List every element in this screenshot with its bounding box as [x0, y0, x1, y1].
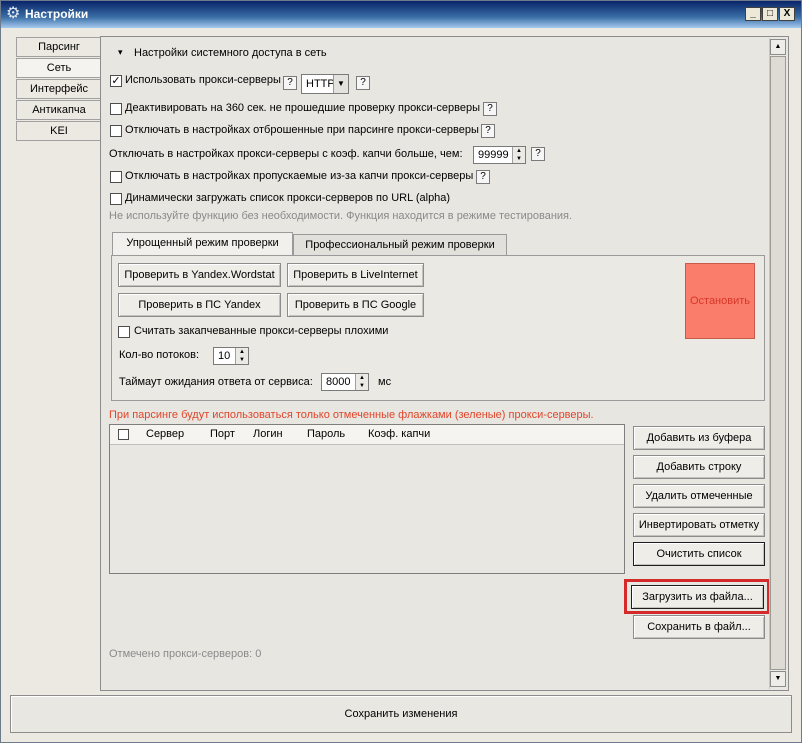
- scroll-down-icon[interactable]: ▼: [770, 671, 786, 687]
- dynamic-load-label: Динамически загружать список прокси-серв…: [125, 192, 451, 204]
- close-button[interactable]: X: [779, 7, 795, 21]
- scrollbar-thumb[interactable]: [770, 56, 786, 670]
- minimize-button[interactable]: _: [745, 7, 761, 21]
- check-yandex-wordstat-button[interactable]: Проверить в Yandex.Wordstat: [118, 263, 281, 287]
- tab-kei[interactable]: KEI: [16, 121, 101, 141]
- timeout-value: 8000: [326, 376, 351, 388]
- dynamic-load-checkbox[interactable]: [110, 193, 122, 205]
- spinner-arrows-icon[interactable]: ▲ ▼: [355, 374, 368, 390]
- chevron-down-icon: ▼: [333, 75, 348, 93]
- table-header: Сервер Порт Логин Пароль Коэф. капчи: [110, 425, 624, 445]
- protocol-select[interactable]: HTTP ▼: [301, 74, 349, 94]
- column-server[interactable]: Сервер: [146, 428, 184, 440]
- settings-window: ⚙ Настройки _ □ X Парсинг Сеть Интерфейс…: [0, 0, 802, 743]
- captcha-ratio-label: Отключать в настройках прокси-серверы с …: [109, 148, 463, 160]
- spinner-arrows-icon[interactable]: ▲ ▼: [512, 147, 525, 163]
- threads-value: 10: [218, 350, 231, 362]
- window-title: Настройки: [25, 7, 89, 21]
- spinner-arrows-icon[interactable]: ▲ ▼: [235, 348, 248, 364]
- column-login[interactable]: Логин: [253, 428, 283, 440]
- disable-skipped-checkbox[interactable]: [110, 171, 122, 183]
- disable-rejected-checkbox[interactable]: [110, 125, 122, 137]
- tab-parsing[interactable]: Парсинг: [16, 37, 101, 57]
- dynamic-load-note: Не используйте функцию без необходимости…: [109, 210, 573, 222]
- help-icon[interactable]: ?: [476, 170, 490, 184]
- protocol-value: HTTP: [306, 78, 335, 90]
- disable-rejected-label: Отключать в настройках отброшенные при п…: [125, 124, 479, 136]
- disable-skipped-label: Отключать в настройках пропускаемые из-з…: [125, 170, 474, 182]
- save-changes-button[interactable]: Сохранить изменения: [10, 695, 792, 733]
- check-liveinternet-button[interactable]: Проверить в LiveInternet: [287, 263, 424, 287]
- threads-spinner[interactable]: 10 ▲ ▼: [213, 347, 249, 365]
- timeout-unit: мс: [378, 376, 392, 388]
- deactivate-360-label: Деактивировать на 360 сек. не прошедшие …: [125, 102, 481, 114]
- deactivate-360-checkbox[interactable]: [110, 103, 122, 115]
- tab-interface[interactable]: Интерфейс: [16, 79, 101, 99]
- threads-label: Кол-во потоков:: [119, 349, 200, 361]
- tab-professional-check[interactable]: Профессиональный режим проверки: [293, 234, 507, 256]
- collapse-arrow-icon[interactable]: ▾: [118, 47, 123, 58]
- delete-marked-button[interactable]: Удалить отмеченные: [633, 484, 765, 508]
- help-icon[interactable]: ?: [481, 124, 495, 138]
- add-row-button[interactable]: Добавить строку: [633, 455, 765, 479]
- clear-list-button[interactable]: Очистить список: [633, 542, 765, 566]
- load-from-file-button[interactable]: Загрузить из файла...: [631, 585, 764, 609]
- save-to-file-button[interactable]: Сохранить в файл...: [633, 615, 765, 639]
- proxy-table[interactable]: Сервер Порт Логин Пароль Коэф. капчи: [109, 424, 625, 574]
- select-all-checkbox[interactable]: [118, 429, 129, 440]
- tab-anticaptcha[interactable]: Антикапча: [16, 100, 101, 120]
- use-proxy-checkbox[interactable]: ✓: [110, 75, 122, 87]
- help-icon[interactable]: ?: [283, 76, 297, 90]
- use-proxy-label: Использовать прокси-серверы: [125, 74, 281, 86]
- check-ps-google-button[interactable]: Проверить в ПС Google: [287, 293, 424, 317]
- stop-button[interactable]: Остановить: [685, 263, 755, 339]
- captcha-ratio-spinner[interactable]: 99999 ▲ ▼: [473, 146, 526, 164]
- scroll-up-icon[interactable]: ▲: [770, 39, 786, 55]
- marked-proxy-count: Отмечено прокси-серверов: 0: [109, 648, 262, 660]
- help-icon[interactable]: ?: [531, 147, 545, 161]
- check-ps-yandex-button[interactable]: Проверить в ПС Yandex: [118, 293, 281, 317]
- gear-icon: ⚙: [6, 5, 21, 22]
- captcha-ratio-value: 99999: [478, 149, 509, 161]
- invert-mark-button[interactable]: Инвертировать отметку: [633, 513, 765, 537]
- tab-network[interactable]: Сеть: [16, 58, 101, 78]
- column-password[interactable]: Пароль: [307, 428, 345, 440]
- captcha-bad-label: Считать закапчеванные прокси-серверы пло…: [134, 325, 389, 337]
- title-bar[interactable]: ⚙ Настройки _ □ X: [1, 1, 801, 28]
- timeout-label: Таймаут ожидания ответа от сервиса:: [119, 376, 313, 388]
- column-captcha-ratio[interactable]: Коэф. капчи: [368, 428, 430, 440]
- tab-simple-check[interactable]: Упрощенный режим проверки: [112, 232, 293, 256]
- proxy-usage-note: При парсинге будут использоваться только…: [109, 409, 594, 421]
- column-port[interactable]: Порт: [210, 428, 235, 440]
- add-from-buffer-button[interactable]: Добавить из буфера: [633, 426, 765, 450]
- timeout-spinner[interactable]: 8000 ▲ ▼: [321, 373, 369, 391]
- help-icon[interactable]: ?: [356, 76, 370, 90]
- maximize-button[interactable]: □: [762, 7, 778, 21]
- section-title: Настройки системного доступа в сеть: [134, 47, 327, 59]
- vertical-scrollbar[interactable]: ▲ ▼: [769, 38, 786, 689]
- captcha-bad-checkbox[interactable]: [118, 326, 130, 338]
- help-icon[interactable]: ?: [483, 102, 497, 116]
